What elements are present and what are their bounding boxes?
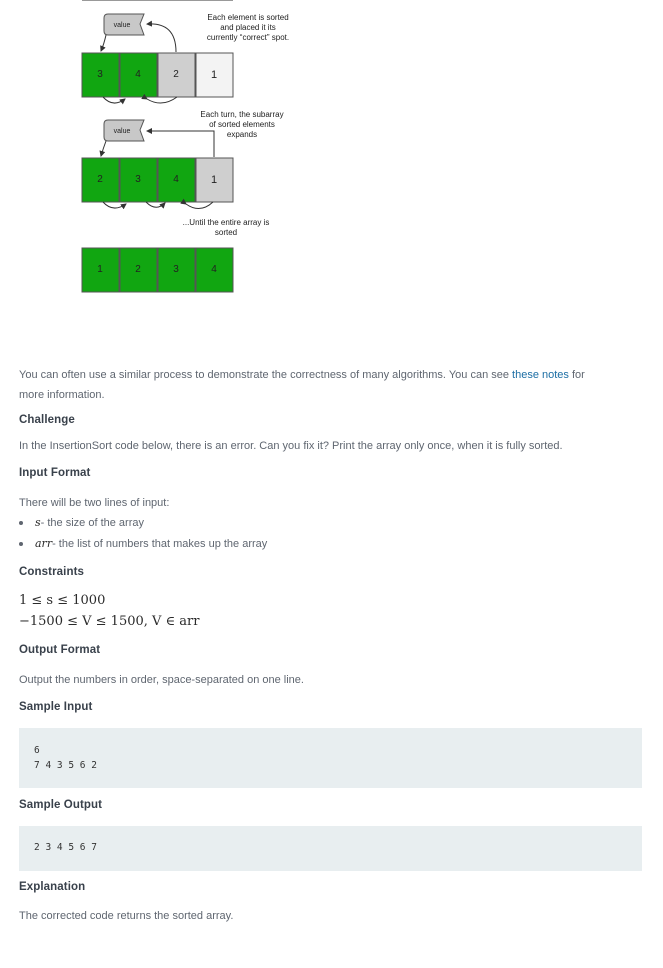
output-format-heading: Output Format [19,644,101,656]
explanation-heading: Explanation [19,881,86,893]
value-label-2: value [114,128,131,135]
svg-text:1: 1 [211,174,217,186]
constraint-size: 1 ≤ s ≤ 1000 [19,593,106,608]
svg-text:2: 2 [135,264,141,275]
svg-text:and placed it its: and placed it its [220,23,276,32]
bullet-arr: arr - the list of numbers that makes up … [19,537,267,550]
bullet-dot [19,541,23,546]
array-row-1: 3 4 2 1 [81,52,234,98]
note-1: Each element is sorted and placed it its… [207,13,289,42]
intro-line2: more information. [19,389,105,401]
svg-text:1: 1 [97,264,103,275]
sample-input-line-2: 7 4 3 5 6 2 [34,760,97,771]
svg-text:Each turn, the subarray: Each turn, the subarray [200,110,283,119]
sample-input-heading: Sample Input [19,701,93,713]
sample-output-heading: Sample Output [19,799,103,811]
svg-text:2: 2 [97,174,103,185]
constraints-heading: Constraints [19,566,84,578]
sample-input-box: 6 7 4 3 5 6 2 [19,728,642,788]
constraint-values: −1500 ≤ V ≤ 1500, V ∈ arr [19,614,200,629]
input-format-heading: Input Format [19,467,91,479]
svg-text:currently “correct” spot.: currently “correct” spot. [207,33,289,42]
sample-output-box: 2 3 4 5 6 7 [19,826,642,871]
intro-paragraph: You can often use a similar process to d… [19,365,639,405]
array-row-3: 1 2 3 4 [81,247,234,293]
svg-text:sorted: sorted [215,228,237,237]
these-notes-link[interactable]: these notes [512,369,569,381]
bullet-dot [19,520,23,525]
svg-text:4: 4 [211,264,217,275]
challenge-text: In the InsertionSort code below, there i… [19,440,563,452]
intro-after: for [568,369,585,381]
value-box-2: value [103,119,145,142]
intro-text: You can often use a similar process to d… [19,369,513,381]
input-format-text: There will be two lines of input: [19,497,170,509]
svg-text:3: 3 [97,69,103,80]
svg-text:Each element is sorted: Each element is sorted [207,13,288,22]
array-row-2: 2 3 4 1 [81,157,234,203]
challenge-heading: Challenge [19,414,75,426]
explanation-text: The corrected code returns the sorted ar… [19,910,234,922]
bullet-arr-desc: - the list of numbers that makes up the … [52,537,268,550]
svg-text:expands: expands [227,130,257,139]
svg-text:3: 3 [135,174,141,185]
bullet-size-desc: - the size of the array [40,516,144,529]
value-label-1: value [114,22,131,29]
output-format-text: Output the numbers in order, space-separ… [19,674,304,686]
note-3: ...Until the entire array is sorted [183,218,270,237]
insertion-sort-diagram: value Each element is sorted and placed … [81,0,289,293]
sample-output-line-1: 2 3 4 5 6 7 [34,842,97,853]
sample-input-line-1: 6 [34,745,40,756]
svg-text:of sorted elements: of sorted elements [209,120,275,129]
value-box-1: value [103,13,145,36]
svg-text:4: 4 [173,174,179,185]
var-arr: arr [35,537,53,550]
bullet-size: s - the size of the array [19,516,144,529]
svg-text:4: 4 [135,69,141,80]
svg-text:...Until the entire array is: ...Until the entire array is [183,218,270,227]
note-2: Each turn, the subarray of sorted elemen… [200,110,283,139]
svg-text:3: 3 [173,264,179,275]
svg-text:1: 1 [211,69,217,81]
svg-text:2: 2 [173,69,179,80]
